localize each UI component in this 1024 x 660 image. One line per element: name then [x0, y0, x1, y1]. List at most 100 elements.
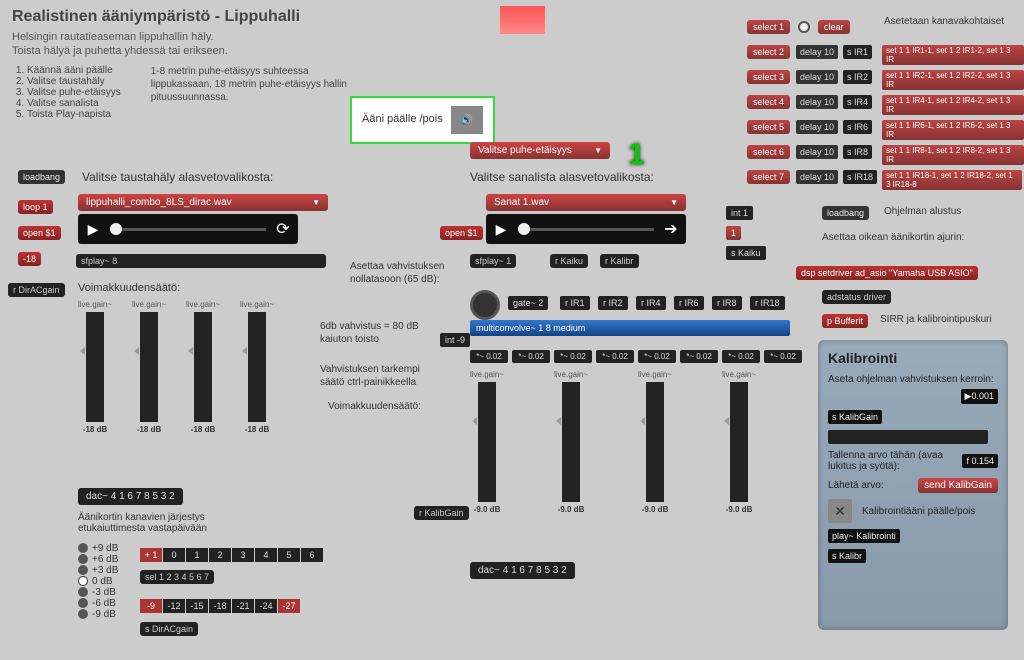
open-msg[interactable]: open $1 [18, 226, 61, 240]
sir-box[interactable]: s IR6 [843, 120, 872, 134]
pbuf-box[interactable]: p Bufferit [822, 314, 868, 328]
set-msg[interactable]: set 1 1 IR2-1, set 1 2 IR2-2, set 1 3 IR [882, 70, 1024, 90]
sir-box[interactable]: s IR2 [843, 70, 872, 84]
play-icon[interactable]: ▶ [82, 218, 104, 240]
atten-msg[interactable]: -18 [18, 252, 41, 266]
sfplay-noise[interactable]: sfplay~ 8 [76, 254, 326, 268]
rkalibgain-box[interactable]: r KalibGain [414, 506, 469, 520]
gain-meter[interactable]: live.gain~-9.0 dB [554, 370, 588, 514]
clear-btn[interactable]: clear [818, 20, 850, 34]
init-label: Ohjelman alustus [884, 206, 961, 217]
6db-text: 6db vahvistus = 80 dB kaiuton toisto [320, 320, 440, 346]
noise-player[interactable]: ▶ ⟳ [78, 214, 298, 244]
select-btn[interactable]: select 7 [747, 170, 790, 184]
delay-box[interactable]: delay 10 [796, 145, 838, 159]
sir-box[interactable]: s IR1 [843, 45, 872, 59]
gain-value-field[interactable]: ▶0.001 [961, 389, 998, 404]
gain-meter[interactable]: live.gain~-9.0 dB [470, 370, 504, 514]
gain-meter[interactable]: live.gain~-18 dB [132, 300, 166, 434]
gain-meter[interactable]: live.gain~-18 dB [186, 300, 220, 434]
one-msg[interactable]: 1 [726, 226, 741, 240]
distance-dropdown[interactable]: Valitse puhe-etäisyys [470, 142, 610, 159]
db-ladder[interactable]: +9 dB +6 dB +3 dB 0 dB -3 dB -6 dB -9 dB [78, 543, 118, 620]
play-kalib-box[interactable]: play~ Kalibrointi [828, 529, 900, 543]
sir-box[interactable]: s IR8 [843, 145, 872, 159]
delay-box[interactable]: delay 10 [796, 45, 838, 59]
rir-1[interactable]: r IR1 [560, 296, 590, 310]
scale-box[interactable]: *~ 0.02 [512, 350, 550, 363]
dac-speech[interactable]: dac~ 4 1 6 7 8 5 3 2 [470, 562, 575, 579]
adstatus-box[interactable]: adstatus driver [822, 290, 891, 304]
rir-2[interactable]: r IR2 [598, 296, 628, 310]
sel-box[interactable]: sel 1 2 3 4 5 6 7 [140, 570, 214, 584]
loadbang-box[interactable]: loadbang [18, 170, 65, 184]
scale-box[interactable]: *~ 0.02 [596, 350, 634, 363]
next-icon[interactable]: ➔ [660, 218, 682, 240]
delay-box[interactable]: delay 10 [796, 170, 838, 184]
finer-text: Vahvistuksen tarkempi säätö ctrl-painikk… [320, 363, 440, 389]
sir-box[interactable]: s IR18 [843, 170, 877, 184]
num-row-1[interactable]: + 10123456 [140, 548, 323, 562]
gain-meter[interactable]: live.gain~-18 dB [240, 300, 274, 434]
noise-file-dropdown[interactable]: lippuhalli_combo_8LS_dirac.wav [78, 194, 328, 211]
scale-box[interactable]: *~ 0.02 [680, 350, 718, 363]
gain-meter[interactable]: live.gain~-18 dB [78, 300, 112, 434]
delay-box[interactable]: delay 10 [796, 70, 838, 84]
rdiracgain-box[interactable]: r DirACgain [8, 283, 65, 297]
play-icon[interactable]: ▶ [490, 218, 512, 240]
select-btn[interactable]: select 4 [747, 95, 790, 109]
send-kalibgain-button[interactable]: send KalibGain [918, 478, 998, 493]
scale-box[interactable]: *~ 0.02 [470, 350, 508, 363]
loop-msg[interactable]: loop 1 [18, 200, 53, 214]
wordlist-dropdown[interactable]: Sanat 1.wav [486, 194, 686, 211]
sdiracgain-box[interactable]: s DirACgain [140, 622, 198, 636]
rir-8[interactable]: r IR8 [712, 296, 742, 310]
speech-player[interactable]: ▶ ➔ [486, 214, 686, 244]
skaiku-box[interactable]: s Kaiku [726, 246, 766, 260]
gain-meter[interactable]: live.gain~-9.0 dB [722, 370, 756, 514]
select-btn[interactable]: select 2 [747, 45, 790, 59]
calib-tone-toggle[interactable]: ✕ [828, 499, 852, 523]
dac-noise[interactable]: dac~ 4 1 6 7 8 5 3 2 [78, 488, 183, 505]
rir-6[interactable]: r IR6 [674, 296, 704, 310]
skalibgain-box[interactable]: s KalibGain [828, 410, 882, 424]
multiconvolve-box[interactable]: multiconvolve~ 1 8 medium [470, 320, 790, 336]
gate-box[interactable]: gate~ 2 [508, 296, 548, 310]
set-msg[interactable]: set 1 1 IR1-1, set 1 2 IR1-2, set 1 3 IR [882, 45, 1024, 65]
gain-meter[interactable]: live.gain~-9.0 dB [638, 370, 672, 514]
set-msg[interactable]: set 1 1 IR18-1, set 1 2 IR18-2, set 1 3 … [882, 170, 1022, 190]
sfplay-speech[interactable]: sfplay~ 1 [470, 254, 516, 268]
dsp-msg[interactable]: dsp setdriver ad_asio "Yamaha USB ASIO" [796, 266, 978, 280]
skalibr-box[interactable]: s Kalibr [828, 549, 866, 563]
rkaiku-box[interactable]: r Kaiku [550, 254, 588, 268]
select-btn[interactable]: select 1 [747, 20, 790, 34]
audio-toggle-button[interactable]: Ääni päälle /pois 🔊 [350, 96, 495, 144]
scale-box[interactable]: *~ 0.02 [722, 350, 760, 363]
sir-box[interactable]: s IR4 [843, 95, 872, 109]
rir-18[interactable]: r IR18 [750, 296, 785, 310]
loop-icon[interactable]: ⟳ [272, 218, 294, 240]
scale-box[interactable]: *~ 0.02 [554, 350, 592, 363]
open-msg-2[interactable]: open $1 [440, 226, 483, 240]
set-msg[interactable]: set 1 1 IR4-1, set 1 2 IR4-2, set 1 3 IR [882, 95, 1024, 115]
set-msg[interactable]: set 1 1 IR6-1, set 1 2 IR6-2, set 1 3 IR [882, 120, 1024, 140]
slider-thumb[interactable] [110, 223, 122, 235]
rir-4[interactable]: r IR4 [636, 296, 666, 310]
delay-box[interactable]: delay 10 [796, 95, 838, 109]
int9-box[interactable]: int -9 [440, 333, 470, 347]
int1-box[interactable]: int 1 [726, 206, 753, 220]
save-value-field[interactable]: f 0.154 [962, 454, 998, 468]
gate-toggle[interactable] [470, 290, 500, 320]
toggle[interactable] [798, 21, 810, 33]
loadbang-driver[interactable]: loadbang [822, 206, 869, 220]
rkalibr-box[interactable]: r Kalibr [600, 254, 639, 268]
slider-thumb[interactable] [518, 223, 530, 235]
delay-box[interactable]: delay 10 [796, 120, 838, 134]
select-btn[interactable]: select 5 [747, 120, 790, 134]
select-btn[interactable]: select 3 [747, 70, 790, 84]
set-msg[interactable]: set 1 1 IR8-1, set 1 2 IR8-2, set 1 3 IR [882, 145, 1024, 165]
num-row-2[interactable]: -9-12-15-18-21-24-27 [140, 599, 300, 613]
scale-box[interactable]: *~ 0.02 [764, 350, 802, 363]
scale-box[interactable]: *~ 0.02 [638, 350, 676, 363]
select-btn[interactable]: select 6 [747, 145, 790, 159]
